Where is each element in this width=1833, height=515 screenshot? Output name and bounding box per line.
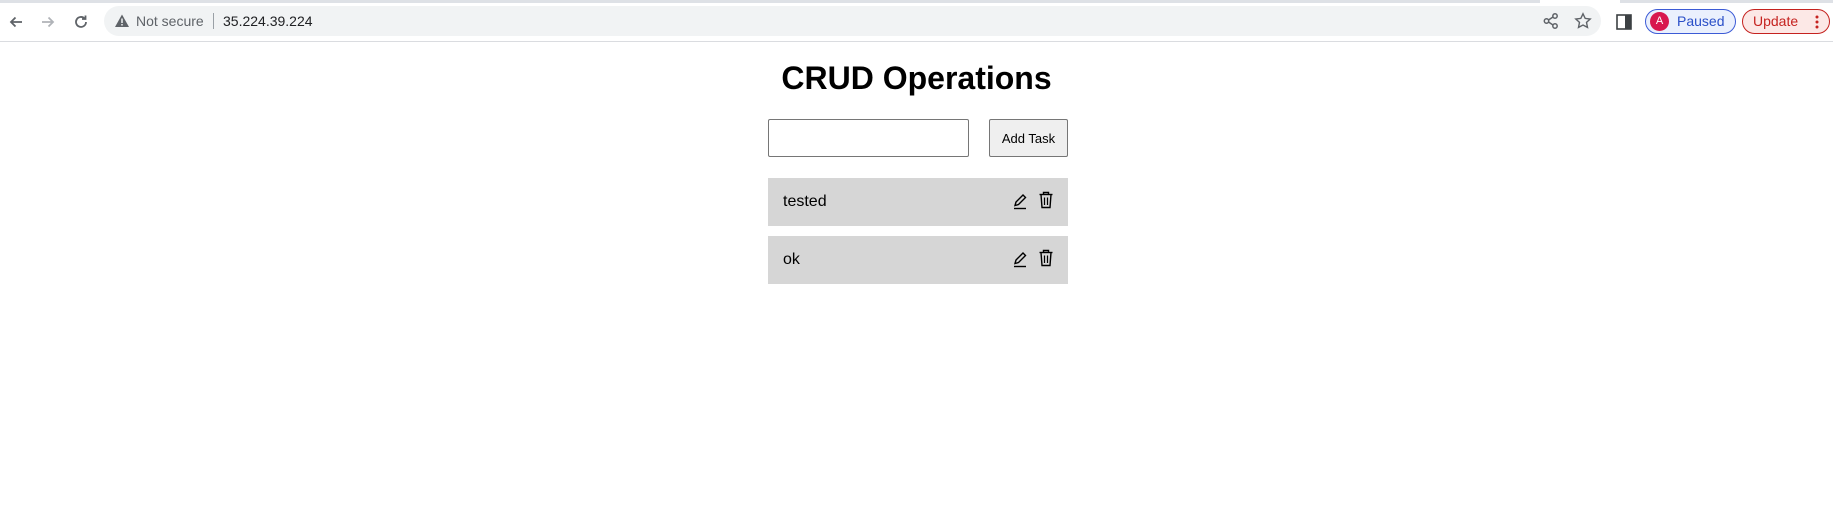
address-bar[interactable]: Not secure 35.224.39.224 <box>104 6 1601 36</box>
kebab-menu-icon <box>1815 15 1819 29</box>
trash-icon[interactable] <box>1038 191 1054 209</box>
reload-icon <box>75 15 87 28</box>
task-item: ok <box>768 236 1068 284</box>
side-panel-icon[interactable] <box>1615 13 1633 31</box>
omnibox-divider <box>213 13 214 29</box>
share-icon[interactable] <box>1542 12 1560 30</box>
update-button[interactable]: Update <box>1742 9 1830 34</box>
task-item: tested <box>768 178 1068 226</box>
back-arrow-icon <box>9 16 22 28</box>
profile-button[interactable]: A Paused <box>1645 9 1736 34</box>
profile-status: Paused <box>1677 13 1725 29</box>
avatar: A <box>1650 12 1669 31</box>
trash-icon[interactable] <box>1038 249 1054 267</box>
page-title: CRUD Operations <box>781 60 1052 96</box>
browser-toolbar: Not secure 35.224.39.224 A Paused Update <box>0 0 1833 42</box>
tab-strip <box>0 0 1540 3</box>
security-label[interactable]: Not secure <box>136 13 204 29</box>
update-label: Update <box>1753 13 1799 29</box>
task-text: tested <box>783 193 827 210</box>
forward-arrow-icon <box>42 16 55 28</box>
tab-strip-right <box>1620 0 1833 3</box>
forward-button[interactable] <box>36 10 60 34</box>
url-text[interactable]: 35.224.39.224 <box>223 13 313 29</box>
task-text: ok <box>783 251 800 268</box>
task-input[interactable] <box>768 119 969 157</box>
add-task-button[interactable]: Add Task <box>989 119 1068 157</box>
edit-icon[interactable] <box>1012 250 1028 268</box>
warning-icon[interactable] <box>114 13 130 29</box>
edit-icon[interactable] <box>1012 192 1028 210</box>
reload-button[interactable] <box>69 10 93 34</box>
star-icon[interactable] <box>1574 12 1592 30</box>
back-button[interactable] <box>4 10 28 34</box>
page-content: CRUD Operations Add Task tested ok <box>0 42 1833 515</box>
